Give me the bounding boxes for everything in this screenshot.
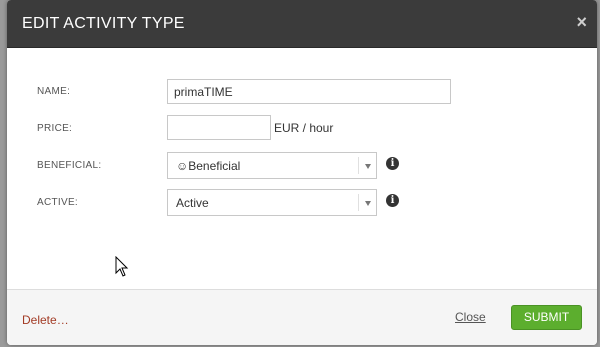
price-unit: EUR / hour <box>274 121 334 135</box>
info-icon[interactable]: i <box>386 194 399 207</box>
dialog-header: EDIT ACTIVITY TYPE × <box>7 0 597 48</box>
edit-activity-type-dialog: EDIT ACTIVITY TYPE × NAME: PRICE: EUR / … <box>7 0 597 345</box>
close-link[interactable]: Close <box>455 310 486 324</box>
dialog-title: EDIT ACTIVITY TYPE <box>22 15 185 32</box>
name-label: NAME: <box>37 86 71 97</box>
active-select[interactable]: Active <box>167 189 377 216</box>
price-label: PRICE: <box>37 123 73 134</box>
info-icon[interactable]: i <box>386 157 399 170</box>
active-label: ACTIVE: <box>37 197 78 208</box>
delete-link[interactable]: Delete… <box>22 313 69 327</box>
dialog-footer: Delete… Close SUBMIT <box>7 289 597 345</box>
select-separator <box>358 194 359 211</box>
mouse-cursor-icon <box>115 256 129 277</box>
close-icon[interactable]: × <box>576 13 587 31</box>
select-separator <box>358 157 359 174</box>
price-input[interactable] <box>167 115 271 140</box>
beneficial-select[interactable]: ☺Beneficial <box>167 152 377 179</box>
chevron-down-icon <box>365 201 371 206</box>
active-select-value: Active <box>176 196 209 210</box>
beneficial-select-value: ☺Beneficial <box>176 159 241 173</box>
name-input[interactable] <box>167 79 451 104</box>
chevron-down-icon <box>365 164 371 169</box>
submit-button[interactable]: SUBMIT <box>511 305 582 330</box>
beneficial-label: BENEFICIAL: <box>37 160 102 171</box>
